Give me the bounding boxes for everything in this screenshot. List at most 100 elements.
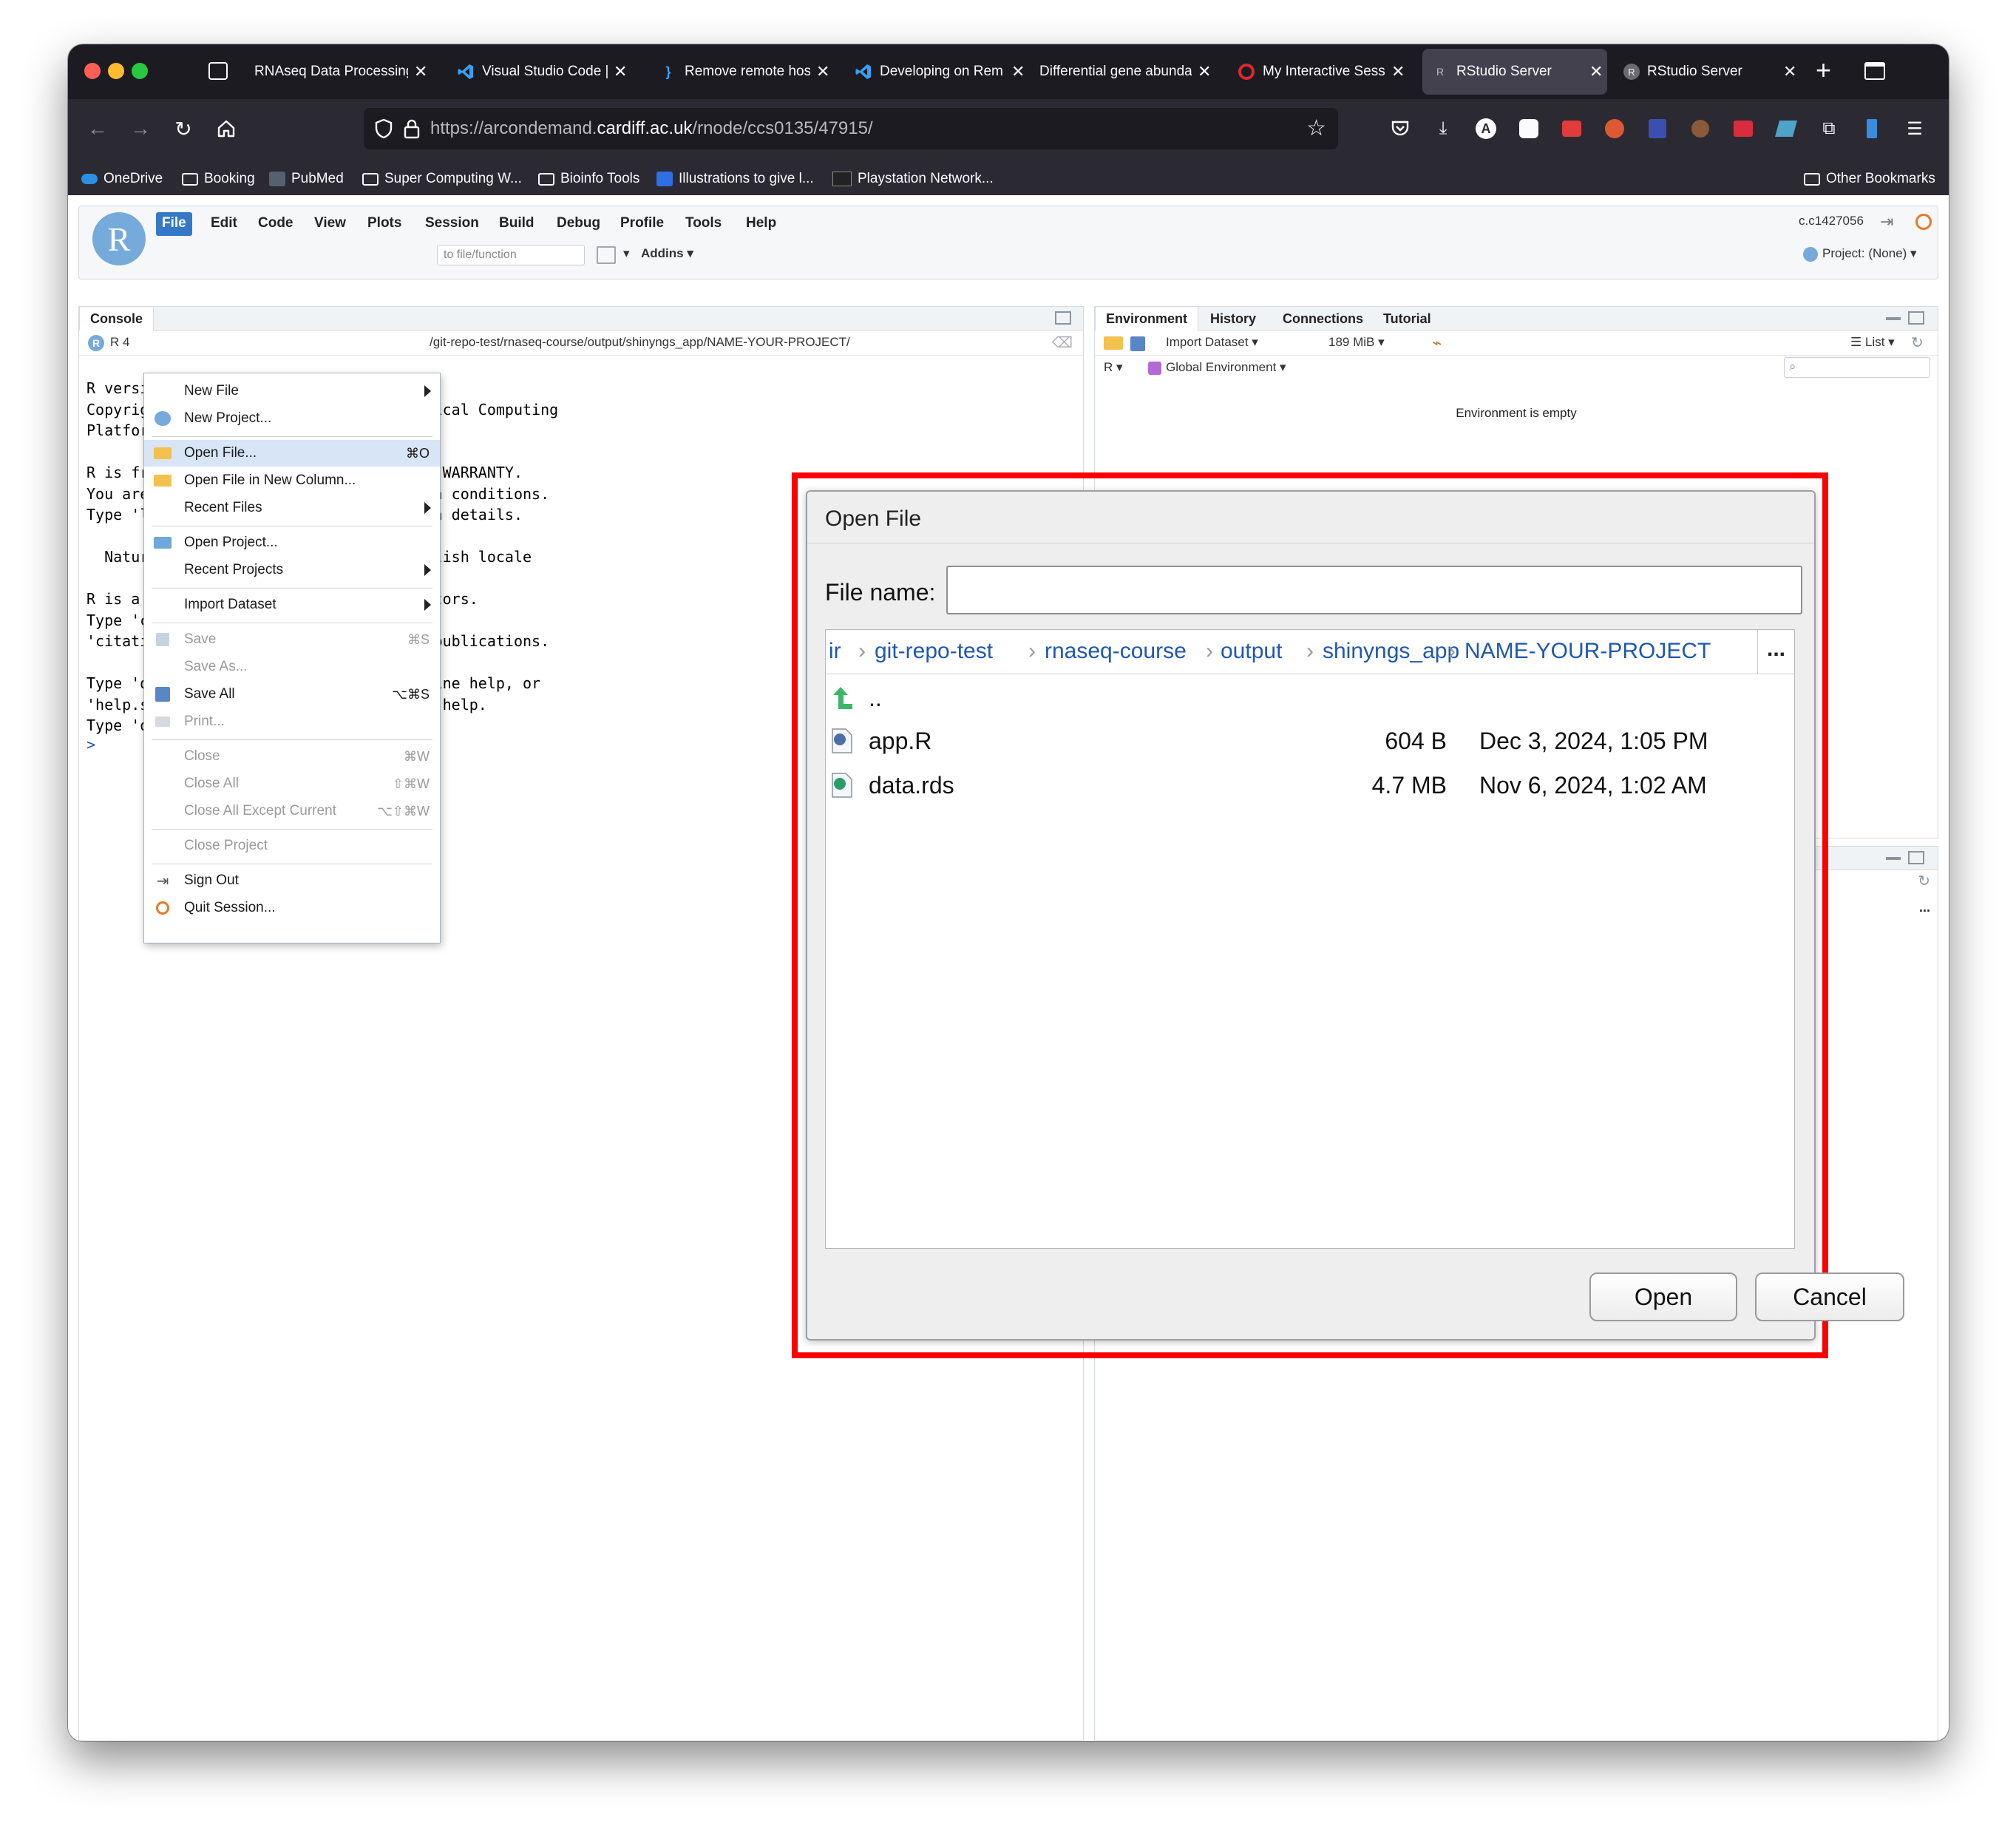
bookmark-onedrive[interactable]: OneDrive xyxy=(81,169,163,189)
open-button[interactable]: Open xyxy=(1589,1272,1737,1321)
list-view-dropdown[interactable]: ☰ List ▾ xyxy=(1850,335,1895,350)
breadcrumb-item[interactable]: shinyngs_app xyxy=(1323,639,1459,664)
tab-rstudio-server[interactable]: R RStudio Server ✕ xyxy=(1616,49,1801,95)
tab-close-icon[interactable]: ✕ xyxy=(1589,62,1603,81)
minimize-window-button[interactable] xyxy=(108,63,124,79)
import-dataset-button[interactable]: Import Dataset ▾ xyxy=(1166,335,1258,350)
account-icon[interactable]: A xyxy=(1471,114,1501,143)
menu-item-open-file-in-new-column[interactable]: Open File in New Column... xyxy=(144,467,440,494)
tab-differential[interactable]: Differential gene abunda ✕ xyxy=(1032,49,1217,95)
menu-item-close-all[interactable]: Close All ⇧⌘W xyxy=(144,770,440,797)
menu-tools[interactable]: Tools xyxy=(679,212,727,236)
maximize-pane-icon[interactable] xyxy=(1055,311,1071,325)
tab-history[interactable]: History xyxy=(1200,307,1266,331)
tab-close-icon[interactable]: ✕ xyxy=(614,62,627,81)
menu-debug[interactable]: Debug xyxy=(551,212,606,236)
tab-interactive-session[interactable]: My Interactive Sess ✕ xyxy=(1230,49,1415,95)
breadcrumb-item[interactable]: git-repo-test xyxy=(875,639,993,664)
workspace-dropdown[interactable]: ▾ xyxy=(623,246,630,261)
menu-item-sign-out[interactable]: ⇥ Sign Out xyxy=(144,867,440,894)
close-window-button[interactable] xyxy=(84,63,101,79)
bookmark-playstation[interactable]: Playstation Network... xyxy=(832,169,994,189)
extension-blue-icon[interactable] xyxy=(1857,114,1887,143)
tab-close-icon[interactable]: ✕ xyxy=(1783,62,1796,81)
menu-plots[interactable]: Plots xyxy=(362,212,407,236)
tab-close-icon[interactable]: ✕ xyxy=(1011,62,1025,81)
menu-code[interactable]: Code xyxy=(252,212,299,236)
global-environment-dropdown[interactable]: Global Environment ▾ xyxy=(1148,360,1286,375)
maximize-pane-icon[interactable] xyxy=(1908,311,1924,325)
lock-icon[interactable] xyxy=(404,118,420,143)
more-options-icon[interactable]: ... xyxy=(1919,900,1930,915)
menu-file[interactable]: File xyxy=(156,212,192,236)
parent-directory-row[interactable]: .. xyxy=(826,676,1794,719)
tab-rstudio-server-active[interactable]: R RStudio Server ✕ xyxy=(1422,49,1607,95)
console-prompt[interactable]: > xyxy=(86,736,95,753)
bookmark-bioinfo[interactable]: Bioinfo Tools xyxy=(538,169,639,189)
breadcrumb-item[interactable]: ir xyxy=(829,639,841,664)
save-workspace-icon[interactable] xyxy=(1130,336,1145,351)
tab-close-icon[interactable]: ✕ xyxy=(1198,62,1211,81)
extension-mendeley-icon[interactable] xyxy=(1728,114,1758,143)
extension-red-icon[interactable] xyxy=(1557,114,1586,143)
new-tab-button[interactable]: + xyxy=(1816,55,1831,86)
reload-icon[interactable]: ↻ xyxy=(167,112,200,145)
extension-cookie-icon[interactable] xyxy=(1686,114,1715,143)
minimize-pane-icon[interactable] xyxy=(1886,857,1901,860)
tab-close-icon[interactable]: ✕ xyxy=(414,62,427,81)
menu-item-save-as[interactable]: Save As... xyxy=(144,654,440,680)
back-icon[interactable]: ← xyxy=(81,112,114,145)
tab-developing-remote[interactable]: Developing on Rem ✕ xyxy=(847,49,1032,95)
goto-file-input[interactable]: to file/function xyxy=(437,245,585,265)
bookmark-supercomputing[interactable]: Super Computing W... xyxy=(362,169,522,189)
menu-item-close-project[interactable]: Close Project xyxy=(144,833,440,859)
breadcrumb-item[interactable]: NAME-YOUR-PROJECT xyxy=(1465,639,1711,664)
console-working-dir[interactable]: /git-repo-test/rnaseq-course/output/shin… xyxy=(430,335,850,350)
tab-console[interactable]: Console xyxy=(79,307,155,331)
menu-item-recent-files[interactable]: Recent Files xyxy=(144,495,440,521)
cancel-button[interactable]: Cancel xyxy=(1755,1272,1904,1321)
menu-item-quit-session[interactable]: Quit Session... xyxy=(144,895,440,921)
tab-connections[interactable]: Connections xyxy=(1272,307,1374,331)
tab-remove-remote[interactable]: } Remove remote hos ✕ xyxy=(652,49,837,95)
refresh-icon[interactable]: ↻ xyxy=(1911,333,1924,352)
tab-close-icon[interactable]: ✕ xyxy=(1391,62,1405,81)
bookmark-illustrations[interactable]: Illustrations to give l... xyxy=(656,169,814,189)
other-bookmarks[interactable]: Other Bookmarks xyxy=(1804,169,1935,189)
bookmark-booking[interactable]: Booking xyxy=(182,169,255,189)
project-menu[interactable]: Project: (None) ▾ xyxy=(1803,246,1917,262)
zoom-window-button[interactable] xyxy=(132,63,148,79)
menu-item-print[interactable]: Print... xyxy=(144,708,440,735)
menu-build[interactable]: Build xyxy=(493,212,540,236)
load-workspace-icon[interactable] xyxy=(1104,336,1123,350)
breadcrumb-item[interactable]: output xyxy=(1221,639,1282,664)
bookmark-star-icon[interactable]: ☆ xyxy=(1306,115,1326,141)
tab-list-icon[interactable] xyxy=(208,62,228,80)
bookmark-pubmed[interactable]: PubMed xyxy=(269,169,344,189)
language-dropdown[interactable]: R ▾ xyxy=(1104,360,1123,375)
home-icon[interactable] xyxy=(210,112,242,145)
forward-icon[interactable]: → xyxy=(124,112,157,145)
broom-icon[interactable]: ⌁ xyxy=(1432,333,1442,353)
breadcrumb-more-button[interactable]: ... xyxy=(1757,630,1794,674)
maximize-pane-icon[interactable] xyxy=(1908,851,1924,864)
workspace-panes-icon[interactable] xyxy=(597,246,616,264)
menu-item-save[interactable]: Save ⌘S xyxy=(144,626,440,653)
menu-edit[interactable]: Edit xyxy=(205,212,243,236)
addins-button[interactable]: Addins ▾ xyxy=(641,246,693,261)
menu-item-save-all[interactable]: Save All ⌥⌘S xyxy=(144,681,440,708)
window-list-icon[interactable] xyxy=(1864,62,1885,80)
power-icon[interactable] xyxy=(1915,214,1932,230)
pocket-icon[interactable] xyxy=(1385,114,1415,143)
menu-item-import-dataset[interactable]: Import Dataset xyxy=(144,592,440,618)
downloads-icon[interactable]: ⤓ xyxy=(1428,114,1458,143)
url-bar[interactable]: https://arcondemand.cardiff.ac.uk/rnode/… xyxy=(364,108,1338,149)
breadcrumb-item[interactable]: rnaseq-course xyxy=(1045,639,1187,664)
extensions-puzzle-icon[interactable]: ⧉ xyxy=(1814,114,1844,143)
menu-item-new-file[interactable]: New File xyxy=(144,378,440,404)
menu-item-new-project[interactable]: New Project... xyxy=(144,405,440,432)
menu-help[interactable]: Help xyxy=(740,212,782,236)
file-row[interactable]: app.R 604 B Dec 3, 2024, 1:05 PM xyxy=(826,719,1794,762)
menu-item-open-file[interactable]: Open File... ⌘O xyxy=(144,440,440,467)
minimize-pane-icon[interactable] xyxy=(1886,317,1901,320)
